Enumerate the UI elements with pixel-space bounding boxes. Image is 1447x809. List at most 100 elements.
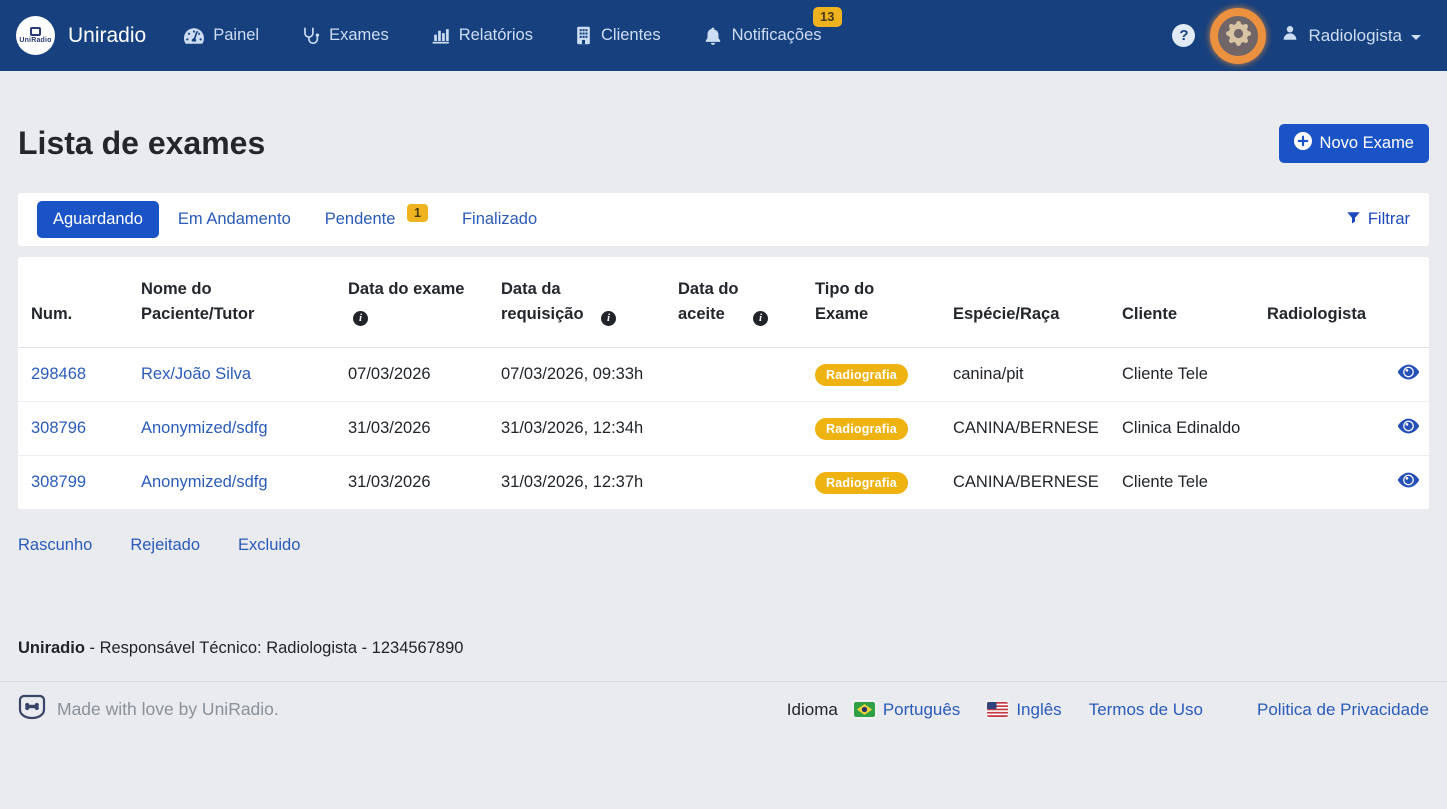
col-header-patient: Nome do Paciente/Tutor: [128, 257, 335, 348]
patient-link[interactable]: Anonymized/sdfg: [141, 473, 268, 491]
exam-number-link[interactable]: 308799: [31, 473, 86, 491]
client-cell: Cliente Tele: [1109, 456, 1254, 510]
radiologist-cell: [1254, 348, 1387, 402]
accept-date-cell: [665, 456, 802, 510]
tab-pendente-label: Pendente: [325, 210, 396, 228]
request-date-cell: 07/03/2026, 09:33h: [488, 348, 665, 402]
main-content: Lista de exames Novo Exame Aguardando Em…: [0, 124, 1447, 658]
secondary-status-links: Rascunho Rejeitado Excluido: [18, 536, 1429, 555]
tab-em-andamento[interactable]: Em Andamento: [178, 210, 291, 229]
nav-item-clientes[interactable]: Clientes: [575, 26, 661, 45]
brand-logo[interactable]: UniRadio Uniradio: [16, 16, 146, 55]
exam-type-badge: Radiografia: [815, 472, 908, 494]
language-portugues[interactable]: Português: [854, 700, 961, 720]
logo-mini-icon: [30, 27, 41, 36]
link-excluido[interactable]: Excluido: [238, 536, 300, 555]
nav-label-relatorios: Relatórios: [459, 26, 533, 45]
gear-icon: [1226, 21, 1251, 51]
table-header-row: Num. Nome do Paciente/Tutor Data do exam…: [18, 257, 1429, 348]
exam-date-cell: 31/03/2026: [335, 402, 488, 456]
table-row: 308796 Anonymized/sdfg 31/03/2026 31/03/…: [18, 402, 1429, 456]
language-portugues-label: Português: [883, 700, 961, 720]
stethoscope-icon: [301, 26, 320, 45]
nav-item-relatorios[interactable]: Relatórios: [431, 26, 533, 45]
info-icon[interactable]: [353, 311, 368, 326]
caret-down-icon: [1411, 35, 1421, 40]
usa-flag-icon: [987, 702, 1008, 717]
patient-link[interactable]: Anonymized/sdfg: [141, 419, 268, 437]
exam-type-badge: Radiografia: [815, 364, 908, 386]
radiologist-cell: [1254, 456, 1387, 510]
col-header-exam-date: Data do exame: [335, 257, 488, 348]
responsible-text: - Responsável Técnico: Radiologista - 12…: [85, 639, 464, 657]
nav-label-notificacoes: Notificações: [732, 26, 822, 45]
filter-label: Filtrar: [1368, 210, 1410, 229]
exam-date-cell: 31/03/2026: [335, 456, 488, 510]
new-exam-button[interactable]: Novo Exame: [1279, 124, 1429, 163]
help-button[interactable]: ?: [1172, 24, 1195, 47]
client-cell: Clinica Edinaldo: [1109, 402, 1254, 456]
view-exam-button[interactable]: [1398, 418, 1419, 434]
footer-links: Idioma Português Inglês Termos de Uso Po…: [787, 700, 1429, 720]
nav-label-painel: Painel: [213, 26, 259, 45]
status-tabs: Aguardando Em Andamento Pendente 1 Final…: [18, 193, 1429, 246]
terms-of-use-link[interactable]: Termos de Uso: [1089, 700, 1203, 720]
col-header-accept-date: Data do aceite: [665, 257, 802, 348]
request-date-cell: 31/03/2026, 12:34h: [488, 402, 665, 456]
main-navigation: Painel Exames Relatórios: [184, 26, 863, 46]
tab-aguardando[interactable]: Aguardando: [37, 201, 159, 238]
client-cell: Cliente Tele: [1109, 348, 1254, 402]
tab-finalizado[interactable]: Finalizado: [462, 210, 537, 229]
col-header-species: Espécie/Raça: [940, 257, 1109, 348]
building-icon: [575, 26, 592, 45]
brazil-flag-icon: [854, 702, 875, 717]
filter-button[interactable]: Filtrar: [1346, 210, 1410, 230]
new-exam-label: Novo Exame: [1320, 134, 1414, 153]
col-header-request-date: Data da requisição: [488, 257, 665, 348]
view-exam-button[interactable]: [1398, 472, 1419, 488]
link-rejeitado[interactable]: Rejeitado: [130, 536, 200, 555]
made-with: Made with love by UniRadio.: [18, 694, 279, 725]
info-icon[interactable]: [753, 311, 768, 326]
info-icon[interactable]: [601, 311, 616, 326]
accept-date-cell: [665, 402, 802, 456]
link-rascunho[interactable]: Rascunho: [18, 536, 92, 555]
plus-circle-icon: [1294, 132, 1312, 155]
exam-number-link[interactable]: 308796: [31, 419, 86, 437]
bell-icon: [703, 26, 723, 46]
technical-responsible-line: Uniradio - Responsável Técnico: Radiolog…: [18, 639, 1429, 658]
bone-logo-icon: [18, 694, 46, 725]
filter-funnel-icon: [1346, 210, 1361, 230]
nav-item-painel[interactable]: Painel: [184, 26, 259, 45]
view-exam-button[interactable]: [1398, 364, 1419, 380]
navbar-right: ? Radiologista: [1172, 8, 1421, 64]
pendente-count-badge: 1: [407, 204, 428, 222]
tab-pendente[interactable]: Pendente 1: [325, 210, 428, 229]
language-ingles-label: Inglês: [1016, 700, 1061, 720]
language-ingles[interactable]: Inglês: [987, 700, 1061, 720]
exam-type-badge: Radiografia: [815, 418, 908, 440]
request-date-cell: 31/03/2026, 12:37h: [488, 456, 665, 510]
nav-item-notificacoes[interactable]: Notificações 13: [703, 26, 822, 46]
patient-link[interactable]: Rex/João Silva: [141, 365, 251, 383]
privacy-policy-link[interactable]: Politica de Privacidade: [1257, 700, 1429, 720]
user-name: Radiologista: [1308, 26, 1402, 46]
language-label: Idioma: [787, 700, 838, 720]
nav-label-clientes: Clientes: [601, 26, 661, 45]
uniradio-logo-icon: UniRadio: [16, 16, 55, 55]
exam-date-cell: 07/03/2026: [335, 348, 488, 402]
person-icon: [1281, 24, 1299, 47]
page-title: Lista de exames: [18, 125, 265, 162]
accept-date-cell: [665, 348, 802, 402]
made-with-text: Made with love by UniRadio.: [57, 699, 279, 720]
page-footer: Made with love by UniRadio. Idioma Portu…: [0, 681, 1447, 737]
nav-label-exames: Exames: [329, 26, 389, 45]
table-row: 298468 Rex/João Silva 07/03/2026 07/03/2…: [18, 348, 1429, 402]
table-row: 308799 Anonymized/sdfg 31/03/2026 31/03/…: [18, 456, 1429, 510]
speedometer-icon: [184, 27, 204, 45]
nav-item-exames[interactable]: Exames: [301, 26, 389, 45]
exam-number-link[interactable]: 298468: [31, 365, 86, 383]
settings-button[interactable]: [1210, 8, 1266, 64]
user-dropdown[interactable]: Radiologista: [1281, 24, 1421, 47]
col-header-radiologist: Radiologista: [1254, 257, 1387, 348]
